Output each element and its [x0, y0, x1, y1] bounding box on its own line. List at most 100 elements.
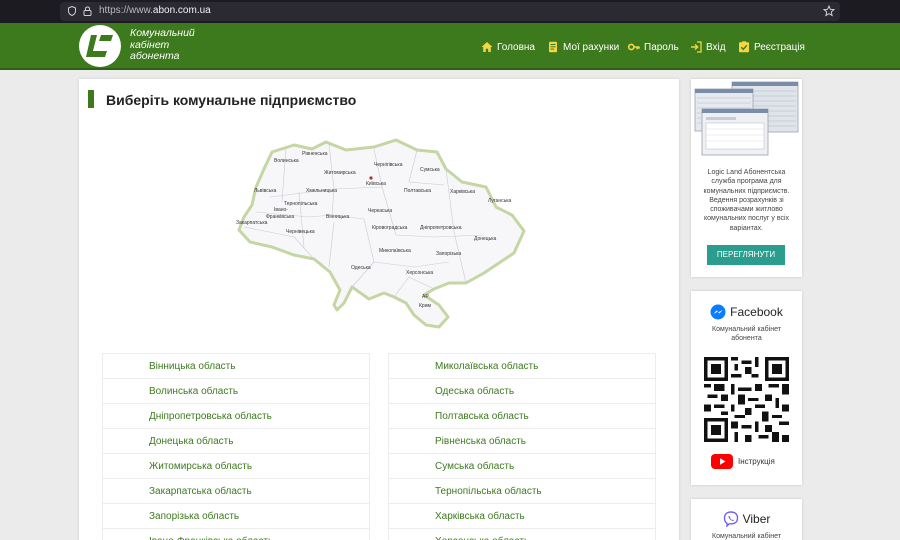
map-label: Тернопільська: [284, 201, 318, 207]
region-link-zhytomyr[interactable]: Житомирська область: [102, 453, 370, 478]
bookmark-star-icon[interactable]: [823, 5, 835, 17]
logo-mark-icon: [86, 35, 113, 57]
messenger-icon: [710, 304, 726, 320]
promo-line: споживачами житлово: [710, 206, 783, 214]
document-icon: [549, 41, 557, 53]
shield-icon[interactable]: [68, 6, 76, 16]
key-icon: [628, 43, 640, 51]
nav-login[interactable]: Вхід: [690, 40, 726, 54]
map-label: Крим: [419, 303, 431, 309]
youtube-label: Інструкція: [738, 457, 775, 466]
region-link-mykolaiv[interactable]: Миколаївська область: [388, 353, 656, 378]
region-link-dnipropetrovsk[interactable]: Дніпропетровська область: [102, 403, 370, 428]
facebook-subtitle: Комунальний кабінет абонента: [695, 325, 798, 344]
promo-line: служба програма для: [711, 178, 782, 186]
viber-title[interactable]: Viber: [691, 511, 802, 527]
qr-code[interactable]: [704, 357, 789, 442]
map-label: Херсонська: [406, 270, 433, 276]
promo-line: комунальних підприємств.: [703, 187, 790, 195]
region-link-kharkiv[interactable]: Харківська область: [388, 503, 656, 528]
nav-home-label: Головна: [497, 41, 535, 53]
promo-line: комунальних послуг у всіх: [703, 215, 790, 223]
region-link-odesa[interactable]: Одеська область: [388, 378, 656, 403]
map-label: Франківська: [266, 214, 294, 220]
login-icon: [691, 41, 702, 53]
region-link-ternopil[interactable]: Тернопільська область: [388, 478, 656, 503]
url-text[interactable]: https://www.abon.com.ua: [99, 5, 211, 16]
lock-icon[interactable]: [83, 6, 92, 16]
region-link-donetsk[interactable]: Донецька область: [102, 428, 370, 453]
viber-card: Viber Комунальний кабінет: [691, 499, 802, 540]
map-label: Хмельницька: [306, 188, 337, 194]
map-label: Донецька: [474, 236, 497, 242]
map-label: Київська: [366, 181, 386, 187]
nav-registration-label: Реєстрація: [754, 41, 805, 53]
checklist-icon: [739, 41, 749, 53]
facebook-title[interactable]: Facebook: [691, 304, 802, 320]
facebook-subtitle-line: Комунальний кабінет: [712, 326, 781, 333]
region-list-right: Миколаївська область Одеська область Пол…: [388, 353, 656, 540]
promo-card: Logic Land Абонентська служба програма д…: [691, 79, 802, 277]
map-label: Харківська: [450, 189, 475, 195]
region-link-poltava[interactable]: Полтавська область: [388, 403, 656, 428]
map-label: Черкаська: [368, 208, 392, 214]
view-button[interactable]: ПЕРЕГЛЯНУТИ: [707, 245, 785, 265]
region-link-sumy[interactable]: Сумська область: [388, 453, 656, 478]
map-label: Дніпропетровська: [420, 225, 462, 231]
region-link-kherson[interactable]: Херсонська область: [388, 528, 656, 540]
kyiv-marker: [369, 176, 373, 180]
ukraine-map[interactable]: Рівненська Волинська Чернігівська Сумськ…: [234, 127, 529, 332]
viber-icon: [723, 511, 738, 527]
logo-line-3: абонента: [130, 50, 180, 62]
region-list-left: Вінницька область Волинська область Дніп…: [102, 353, 370, 540]
url-domain: abon.com.ua: [152, 5, 211, 16]
facebook-card: Facebook Комунальний кабінет абонента Ін…: [691, 291, 802, 485]
map-label: Одеська: [351, 265, 371, 271]
nav-password[interactable]: Пароль: [628, 40, 679, 54]
map-label: Миколаївська: [379, 248, 411, 254]
region-link-zakarpattia[interactable]: Закарпатська область: [102, 478, 370, 503]
region-link-ivano-frankivsk[interactable]: Івано-Франківська область: [102, 528, 370, 540]
url-prefix: https://www.: [99, 5, 153, 16]
youtube-instruction-link[interactable]: Інструкція: [711, 454, 775, 469]
region-link-volyn[interactable]: Волинська область: [102, 378, 370, 403]
map-label: Запорізька: [436, 251, 461, 257]
map-label: Полтавська: [404, 188, 431, 194]
logo-text[interactable]: Комунальний кабінет абонента: [130, 27, 210, 63]
nav-login-label: Вхід: [706, 41, 726, 53]
promo-line: Logic Land Абонентська: [707, 169, 786, 176]
promo-line: Ведення розрахунків зі: [709, 196, 784, 204]
region-link-vinnytsia[interactable]: Вінницька область: [102, 353, 370, 378]
region-link-rivne[interactable]: Рівненська область: [388, 428, 656, 453]
page-title: Виберіть комунальне підприємство: [106, 92, 357, 108]
viber-title-label: Viber: [742, 512, 771, 526]
nav-password-label: Пароль: [644, 41, 679, 53]
viber-subtitle: Комунальний кабінет: [712, 533, 781, 540]
map-label: Чернігівська: [374, 162, 403, 168]
facebook-title-label: Facebook: [730, 305, 783, 319]
main-content-card: Виберіть комунальне підприємство Рівненс…: [79, 79, 679, 540]
map-label: Луганська: [488, 198, 511, 204]
map-label: Львівська: [254, 188, 277, 194]
logo[interactable]: [79, 25, 121, 67]
region-link-zaporizhzhia[interactable]: Запорізька область: [102, 503, 370, 528]
map-label: АР: [422, 294, 429, 300]
map-label: Житомирська: [324, 170, 356, 176]
promo-line: варіантах.: [729, 224, 764, 232]
facebook-subtitle-line: абонента: [731, 335, 762, 343]
nav-registration[interactable]: Реєстрація: [738, 40, 805, 54]
map-label: Кіровоградська: [372, 225, 408, 231]
map-label: Рівненська: [302, 151, 328, 157]
home-icon: [481, 42, 493, 52]
title-accent-bar: [88, 90, 94, 108]
map-label: Закарпатська: [236, 220, 268, 226]
map-label: Сумська: [420, 167, 440, 173]
promo-description: Logic Land Абонентська служба програма д…: [695, 168, 798, 233]
youtube-icon: [711, 454, 733, 469]
software-screenshots[interactable]: [694, 81, 799, 157]
map-border: [237, 138, 526, 329]
nav-home[interactable]: Головна: [481, 40, 535, 54]
nav-my-accounts[interactable]: Мої рахунки: [547, 40, 619, 54]
site-header: Комунальний кабінет абонента Головна Мої…: [0, 23, 900, 70]
browser-toolbar: https://www.abon.com.ua: [0, 0, 900, 23]
